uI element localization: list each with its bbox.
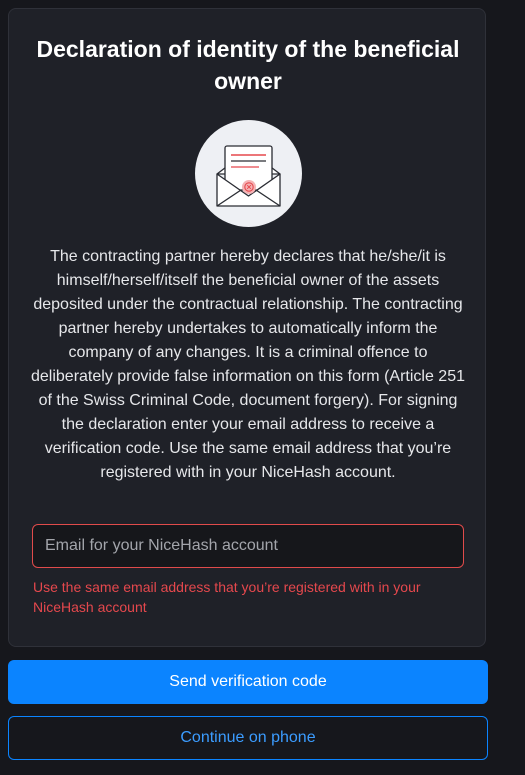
continue-on-phone-button[interactable]: Continue on phone xyxy=(8,716,488,760)
declaration-card: Declaration of identity of the beneficia… xyxy=(8,8,486,647)
declaration-text: The contracting partner hereby declares … xyxy=(31,248,465,481)
send-verification-code-button[interactable]: Send verification code xyxy=(8,660,488,704)
open-envelope-with-letter-icon xyxy=(195,120,302,227)
email-error-message: Use the same email address that you’re r… xyxy=(33,579,421,615)
dialog-title: Declaration of identity of the beneficia… xyxy=(36,36,460,94)
email-input[interactable] xyxy=(32,524,464,568)
